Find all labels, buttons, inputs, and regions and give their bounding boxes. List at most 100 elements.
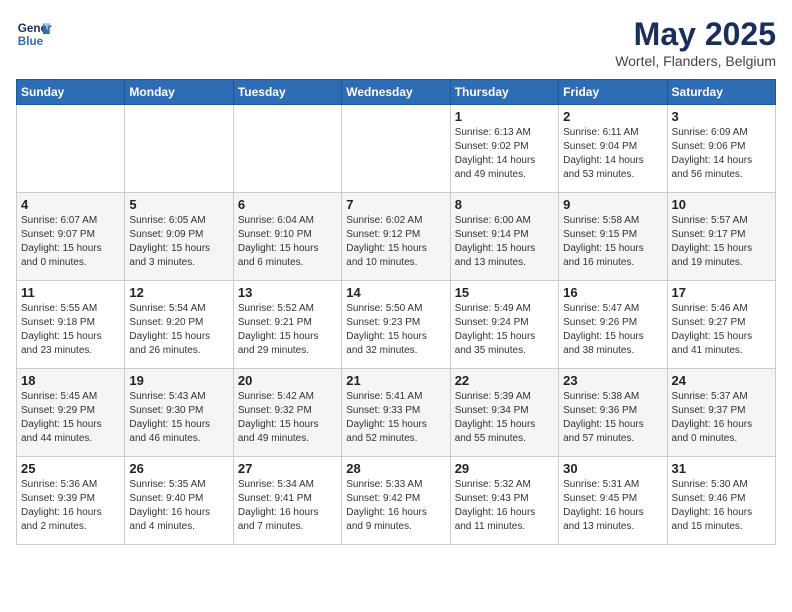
day-info: Sunrise: 5:52 AMSunset: 9:21 PMDaylight:… xyxy=(238,302,337,358)
day-number: 1 xyxy=(455,109,554,124)
day-number: 13 xyxy=(238,285,337,300)
day-cell: 5 Sunrise: 6:05 AMSunset: 9:09 PMDaylight… xyxy=(125,193,233,281)
header-wednesday: Wednesday xyxy=(342,80,450,105)
day-cell: 23 Sunrise: 5:38 AMSunset: 9:36 PMDayligh… xyxy=(559,369,667,457)
day-info: Sunrise: 5:43 AMSunset: 9:30 PMDaylight:… xyxy=(129,390,228,446)
day-number: 29 xyxy=(455,461,554,476)
day-info: Sunrise: 6:05 AMSunset: 9:09 PMDaylight:… xyxy=(129,214,228,270)
day-cell: 8 Sunrise: 6:00 AMSunset: 9:14 PMDaylight… xyxy=(450,193,558,281)
day-cell: 12 Sunrise: 5:54 AMSunset: 9:20 PMDayligh… xyxy=(125,281,233,369)
day-info: Sunrise: 5:54 AMSunset: 9:20 PMDaylight:… xyxy=(129,302,228,358)
day-number: 30 xyxy=(563,461,662,476)
day-number: 23 xyxy=(563,373,662,388)
page-header: General Blue May 2025 Wortel, Flanders, … xyxy=(16,16,776,69)
day-info: Sunrise: 6:09 AMSunset: 9:06 PMDaylight:… xyxy=(672,126,771,182)
day-info: Sunrise: 5:57 AMSunset: 9:17 PMDaylight:… xyxy=(672,214,771,270)
day-info: Sunrise: 5:39 AMSunset: 9:34 PMDaylight:… xyxy=(455,390,554,446)
day-info: Sunrise: 5:35 AMSunset: 9:40 PMDaylight:… xyxy=(129,478,228,534)
calendar-header: SundayMondayTuesdayWednesdayThursdayFrid… xyxy=(17,80,776,105)
day-cell: 3 Sunrise: 6:09 AMSunset: 9:06 PMDaylight… xyxy=(667,105,775,193)
day-info: Sunrise: 5:50 AMSunset: 9:23 PMDaylight:… xyxy=(346,302,445,358)
day-cell: 14 Sunrise: 5:50 AMSunset: 9:23 PMDayligh… xyxy=(342,281,450,369)
day-cell: 20 Sunrise: 5:42 AMSunset: 9:32 PMDayligh… xyxy=(233,369,341,457)
day-cell: 19 Sunrise: 5:43 AMSunset: 9:30 PMDayligh… xyxy=(125,369,233,457)
logo: General Blue xyxy=(16,16,52,52)
day-number: 27 xyxy=(238,461,337,476)
day-cell: 17Sunrise: 5:46 AMSunset: 9:27 PMDayligh… xyxy=(667,281,775,369)
day-info: Sunrise: 5:41 AMSunset: 9:33 PMDaylight:… xyxy=(346,390,445,446)
day-number: 8 xyxy=(455,197,554,212)
day-cell: 27 Sunrise: 5:34 AMSunset: 9:41 PMDayligh… xyxy=(233,457,341,545)
day-info: Sunrise: 5:42 AMSunset: 9:32 PMDaylight:… xyxy=(238,390,337,446)
day-cell: 9 Sunrise: 5:58 AMSunset: 9:15 PMDaylight… xyxy=(559,193,667,281)
day-cell: 1Sunrise: 6:13 AMSunset: 9:02 PMDaylight… xyxy=(450,105,558,193)
day-cell: 15Sunrise: 5:49 AMSunset: 9:24 PMDayligh… xyxy=(450,281,558,369)
day-info: Sunrise: 6:07 AMSunset: 9:07 PMDaylight:… xyxy=(21,214,120,270)
day-number: 25 xyxy=(21,461,120,476)
day-info: Sunrise: 5:32 AMSunset: 9:43 PMDaylight:… xyxy=(455,478,554,534)
day-number: 20 xyxy=(238,373,337,388)
day-number: 22 xyxy=(455,373,554,388)
header-friday: Friday xyxy=(559,80,667,105)
day-cell: 6Sunrise: 6:04 AMSunset: 9:10 PMDaylight… xyxy=(233,193,341,281)
header-saturday: Saturday xyxy=(667,80,775,105)
day-number: 19 xyxy=(129,373,228,388)
day-number: 18 xyxy=(21,373,120,388)
day-info: Sunrise: 6:00 AMSunset: 9:14 PMDaylight:… xyxy=(455,214,554,270)
day-info: Sunrise: 5:38 AMSunset: 9:36 PMDaylight:… xyxy=(563,390,662,446)
svg-text:Blue: Blue xyxy=(18,35,44,48)
header-thursday: Thursday xyxy=(450,80,558,105)
day-number: 7 xyxy=(346,197,445,212)
day-cell: 13 Sunrise: 5:52 AMSunset: 9:21 PMDayligh… xyxy=(233,281,341,369)
month-title: May 2025 xyxy=(615,16,776,53)
day-info: Sunrise: 5:30 AMSunset: 9:46 PMDaylight:… xyxy=(672,478,771,534)
week-row-1: 1Sunrise: 6:13 AMSunset: 9:02 PMDaylight… xyxy=(17,105,776,193)
day-number: 17 xyxy=(672,285,771,300)
day-cell xyxy=(17,105,125,193)
day-cell: 22 Sunrise: 5:39 AMSunset: 9:34 PMDayligh… xyxy=(450,369,558,457)
title-block: May 2025 Wortel, Flanders, Belgium xyxy=(615,16,776,69)
location: Wortel, Flanders, Belgium xyxy=(615,53,776,69)
day-cell: 30Sunrise: 5:31 AMSunset: 9:45 PMDayligh… xyxy=(559,457,667,545)
day-number: 15 xyxy=(455,285,554,300)
day-cell: 4 Sunrise: 6:07 AMSunset: 9:07 PMDaylight… xyxy=(17,193,125,281)
header-monday: Monday xyxy=(125,80,233,105)
day-number: 6 xyxy=(238,197,337,212)
day-number: 4 xyxy=(21,197,120,212)
day-info: Sunrise: 5:55 AMSunset: 9:18 PMDaylight:… xyxy=(21,302,120,358)
week-row-4: 18Sunrise: 5:45 AMSunset: 9:29 PMDayligh… xyxy=(17,369,776,457)
calendar-table: SundayMondayTuesdayWednesdayThursdayFrid… xyxy=(16,79,776,545)
day-cell: 2Sunrise: 6:11 AMSunset: 9:04 PMDaylight… xyxy=(559,105,667,193)
day-number: 26 xyxy=(129,461,228,476)
day-number: 21 xyxy=(346,373,445,388)
day-number: 28 xyxy=(346,461,445,476)
day-info: Sunrise: 5:36 AMSunset: 9:39 PMDaylight:… xyxy=(21,478,120,534)
day-number: 31 xyxy=(672,461,771,476)
day-number: 12 xyxy=(129,285,228,300)
day-number: 14 xyxy=(346,285,445,300)
day-number: 3 xyxy=(672,109,771,124)
week-row-3: 11 Sunrise: 5:55 AMSunset: 9:18 PMDayligh… xyxy=(17,281,776,369)
day-number: 2 xyxy=(563,109,662,124)
day-cell: 28 Sunrise: 5:33 AMSunset: 9:42 PMDayligh… xyxy=(342,457,450,545)
day-cell xyxy=(125,105,233,193)
day-number: 10 xyxy=(672,197,771,212)
day-cell: 25 Sunrise: 5:36 AMSunset: 9:39 PMDayligh… xyxy=(17,457,125,545)
week-row-2: 4 Sunrise: 6:07 AMSunset: 9:07 PMDaylight… xyxy=(17,193,776,281)
day-cell: 16 Sunrise: 5:47 AMSunset: 9:26 PMDayligh… xyxy=(559,281,667,369)
day-info: Sunrise: 5:47 AMSunset: 9:26 PMDaylight:… xyxy=(563,302,662,358)
day-info: Sunrise: 5:58 AMSunset: 9:15 PMDaylight:… xyxy=(563,214,662,270)
logo-icon: General Blue xyxy=(16,16,52,52)
day-info: Sunrise: 6:02 AMSunset: 9:12 PMDaylight:… xyxy=(346,214,445,270)
day-info: Sunrise: 5:33 AMSunset: 9:42 PMDaylight:… xyxy=(346,478,445,534)
day-cell: 21 Sunrise: 5:41 AMSunset: 9:33 PMDayligh… xyxy=(342,369,450,457)
day-cell: 11 Sunrise: 5:55 AMSunset: 9:18 PMDayligh… xyxy=(17,281,125,369)
day-number: 16 xyxy=(563,285,662,300)
day-info: Sunrise: 5:34 AMSunset: 9:41 PMDaylight:… xyxy=(238,478,337,534)
day-number: 11 xyxy=(21,285,120,300)
day-info: Sunrise: 5:37 AMSunset: 9:37 PMDaylight:… xyxy=(672,390,771,446)
day-number: 9 xyxy=(563,197,662,212)
day-cell: 29 Sunrise: 5:32 AMSunset: 9:43 PMDayligh… xyxy=(450,457,558,545)
day-number: 5 xyxy=(129,197,228,212)
header-row: SundayMondayTuesdayWednesdayThursdayFrid… xyxy=(17,80,776,105)
